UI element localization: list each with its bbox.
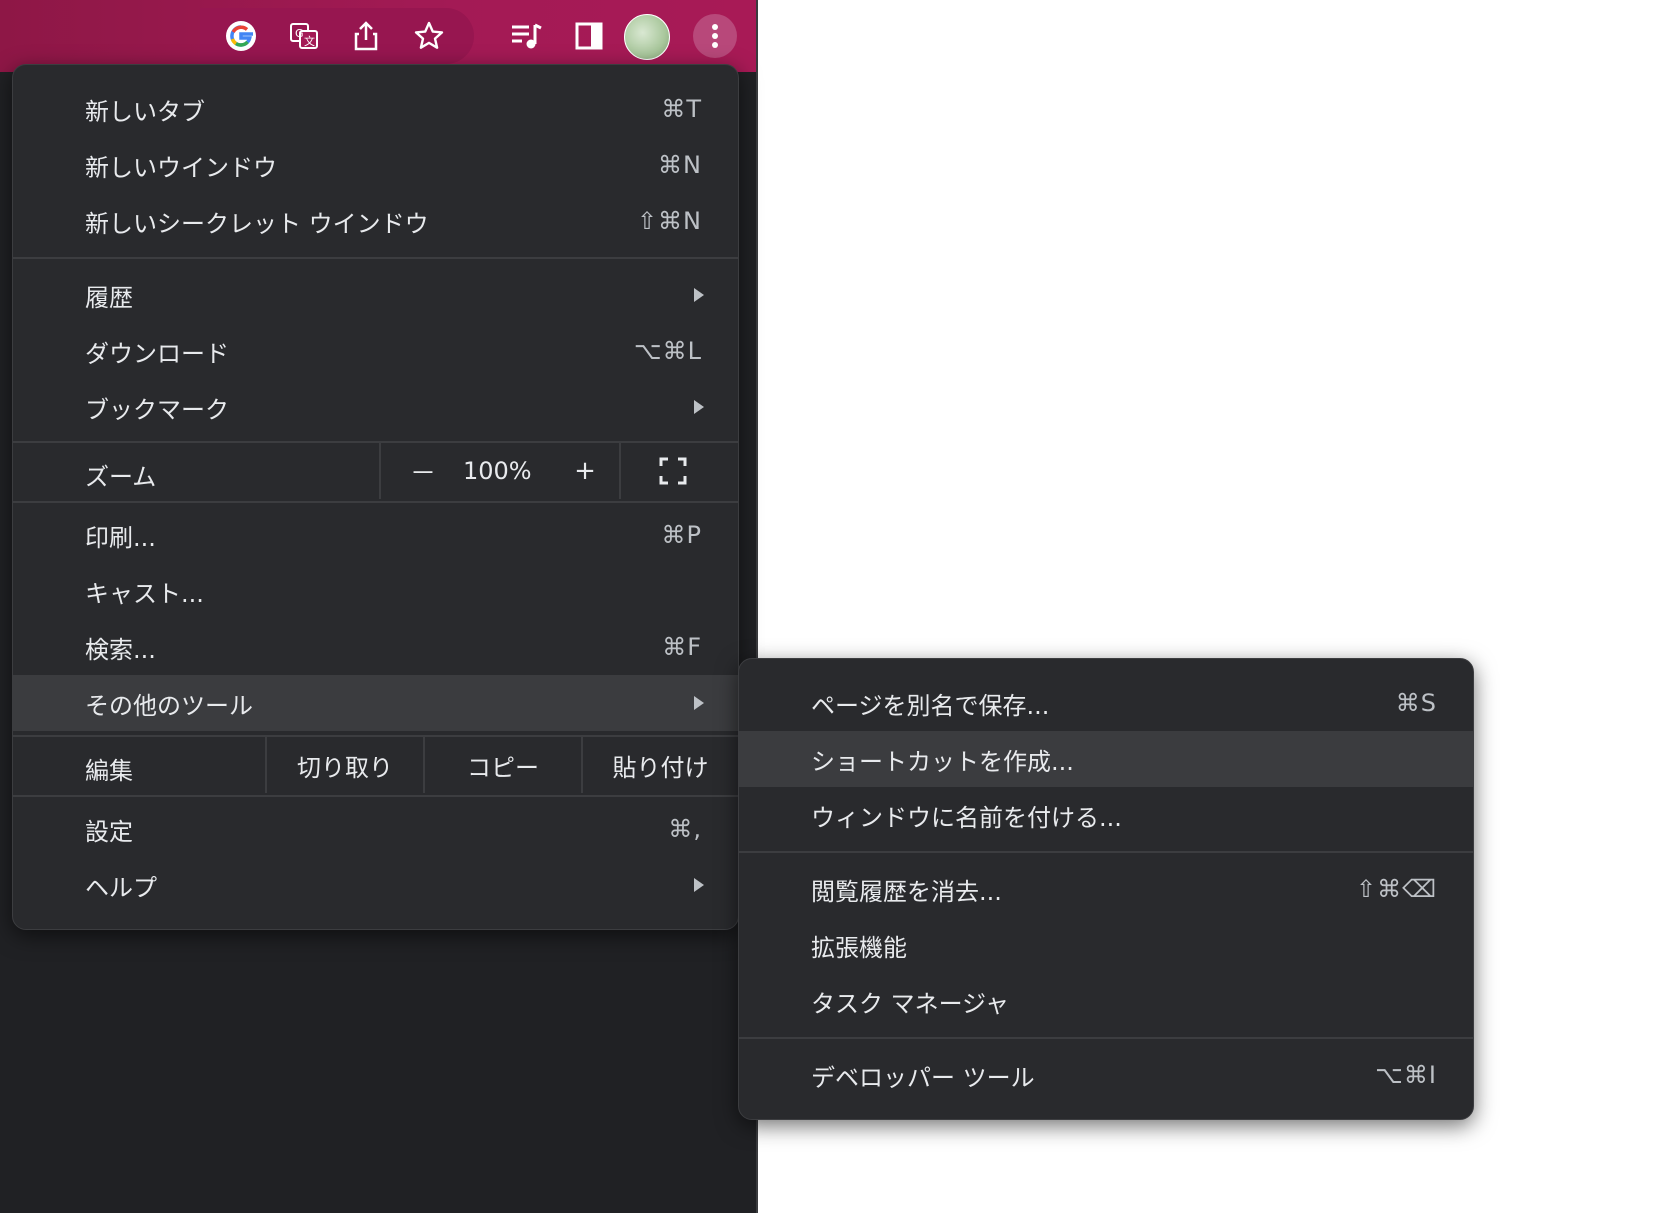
- menu-item-cast[interactable]: キャスト...: [13, 563, 738, 619]
- save-page-label: ページを別名で保存...: [811, 691, 1050, 720]
- translate-icon[interactable]: G 文: [282, 14, 326, 58]
- submenu-item-clear-data[interactable]: 閲覧履歴を消去... ⇧⌘⌫: [739, 861, 1473, 917]
- menu-separator: [13, 257, 738, 259]
- copy-button[interactable]: コピー: [425, 737, 581, 793]
- menu-item-settings[interactable]: 設定 ⌘,: [13, 801, 738, 857]
- extensions-label: 拡張機能: [811, 933, 907, 962]
- cut-button[interactable]: 切り取り: [267, 737, 423, 793]
- google-icon[interactable]: [219, 14, 263, 58]
- menu-item-downloads[interactable]: ダウンロード ⌥⌘L: [13, 323, 738, 379]
- menu-item-print[interactable]: 印刷... ⌘P: [13, 507, 738, 563]
- submenu-item-extensions[interactable]: 拡張機能: [739, 917, 1473, 973]
- print-label: 印刷...: [85, 523, 156, 552]
- menu-item-new-incognito[interactable]: 新しいシークレット ウインドウ ⇧⌘N: [13, 193, 738, 249]
- zoom-divider: [619, 443, 621, 499]
- downloads-label: ダウンロード: [85, 339, 229, 368]
- name-window-label: ウィンドウに名前を付ける...: [811, 803, 1122, 832]
- new-tab-label: 新しいタブ: [85, 97, 205, 126]
- task-manager-label: タスク マネージャ: [811, 989, 1009, 1018]
- more-tools-submenu: ページを別名で保存... ⌘S ショートカットを作成... ウィンドウに名前を付…: [738, 658, 1474, 1120]
- browser-toolbar: G 文: [0, 0, 756, 72]
- save-page-shortcut: ⌘S: [1395, 689, 1437, 717]
- find-shortcut: ⌘F: [662, 633, 702, 661]
- edit-label: 編集: [85, 757, 133, 785]
- chrome-main-menu-panel: 新しいタブ ⌘T 新しいウインドウ ⌘N 新しいシークレット ウインドウ ⇧⌘N…: [12, 64, 739, 930]
- settings-shortcut: ⌘,: [668, 815, 702, 843]
- menu-separator: [739, 851, 1473, 853]
- paste-button[interactable]: 貼り付け: [583, 737, 738, 793]
- print-shortcut: ⌘P: [661, 521, 702, 549]
- star-icon[interactable]: [407, 14, 451, 58]
- svg-text:文: 文: [304, 34, 315, 48]
- clear-data-shortcut: ⇧⌘⌫: [1355, 875, 1437, 903]
- fullscreen-button[interactable]: [643, 443, 703, 499]
- menu-item-more-tools[interactable]: その他のツール: [13, 675, 738, 731]
- settings-label: 設定: [85, 817, 133, 846]
- zoom-out-button[interactable]: －: [395, 443, 451, 499]
- find-label: 検索...: [85, 635, 156, 664]
- menu-item-bookmarks[interactable]: ブックマーク: [13, 379, 738, 435]
- menu-separator: [739, 1037, 1473, 1039]
- new-window-label: 新しいウインドウ: [85, 153, 277, 182]
- history-label: 履歴: [85, 283, 133, 312]
- share-icon[interactable]: [344, 14, 388, 58]
- submenu-item-name-window[interactable]: ウィンドウに名前を付ける...: [739, 787, 1473, 843]
- submenu-arrow-icon: [694, 696, 704, 710]
- menu-item-history[interactable]: 履歴: [13, 267, 738, 323]
- new-incognito-shortcut: ⇧⌘N: [636, 207, 702, 235]
- menu-item-help[interactable]: ヘルプ: [13, 857, 738, 913]
- submenu-item-dev-tools[interactable]: デベロッパー ツール ⌥⌘I: [739, 1047, 1473, 1103]
- submenu-arrow-icon: [694, 400, 704, 414]
- dev-tools-label: デベロッパー ツール: [811, 1063, 1035, 1092]
- bookmarks-label: ブックマーク: [85, 395, 229, 424]
- media-controls-icon[interactable]: [504, 14, 548, 58]
- zoom-level: 100%: [463, 457, 532, 485]
- side-panel-icon[interactable]: [567, 14, 611, 58]
- submenu-item-create-shortcut[interactable]: ショートカットを作成...: [739, 731, 1473, 787]
- create-shortcut-label: ショートカットを作成...: [811, 747, 1074, 776]
- edit-row: 編集 切り取り コピー 貼り付け: [13, 737, 738, 793]
- dev-tools-shortcut: ⌥⌘I: [1375, 1061, 1437, 1089]
- fullscreen-icon: [659, 457, 687, 485]
- kebab-menu-icon[interactable]: [693, 14, 737, 58]
- svg-text:G: G: [295, 27, 304, 40]
- submenu-item-task-manager[interactable]: タスク マネージャ: [739, 973, 1473, 1029]
- menu-item-find[interactable]: 検索... ⌘F: [13, 619, 738, 675]
- zoom-label: ズーム: [85, 463, 157, 491]
- cast-label: キャスト...: [85, 579, 204, 608]
- submenu-arrow-icon: [694, 288, 704, 302]
- downloads-shortcut: ⌥⌘L: [633, 337, 702, 365]
- zoom-divider: [379, 443, 381, 499]
- menu-item-new-window[interactable]: 新しいウインドウ ⌘N: [13, 137, 738, 193]
- clear-data-label: 閲覧履歴を消去...: [811, 877, 1002, 906]
- more-tools-label: その他のツール: [85, 691, 253, 720]
- zoom-in-button[interactable]: +: [557, 443, 613, 499]
- zoom-row: ズーム － 100% +: [13, 443, 738, 499]
- new-tab-shortcut: ⌘T: [661, 95, 702, 123]
- help-label: ヘルプ: [85, 873, 157, 902]
- menu-separator: [13, 501, 738, 503]
- new-window-shortcut: ⌘N: [658, 151, 702, 179]
- new-incognito-label: 新しいシークレット ウインドウ: [85, 209, 429, 238]
- submenu-arrow-icon: [694, 878, 704, 892]
- menu-item-new-tab[interactable]: 新しいタブ ⌘T: [13, 81, 738, 137]
- profile-avatar[interactable]: [624, 14, 670, 60]
- menu-separator: [13, 795, 738, 797]
- submenu-item-save-page[interactable]: ページを別名で保存... ⌘S: [739, 675, 1473, 731]
